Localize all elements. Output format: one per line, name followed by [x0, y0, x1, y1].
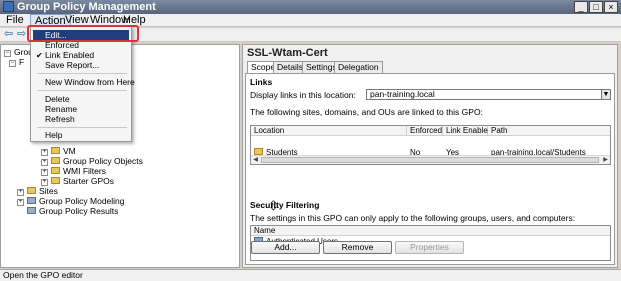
add-button[interactable]: Add...	[251, 241, 320, 254]
collapse-icon[interactable]: −	[9, 60, 16, 67]
display-links-label: Display links in this location:	[250, 90, 356, 100]
chevron-down-icon[interactable]: ▼	[601, 90, 610, 99]
menu-separator	[37, 90, 127, 91]
close-button[interactable]: ×	[604, 1, 618, 13]
links-description: The following sites, domains, and OUs ar…	[250, 107, 483, 117]
tree-item-gpo[interactable]: + Group Policy Objects	[41, 156, 143, 166]
scroll-right-icon[interactable]: ▶	[601, 156, 610, 164]
status-bar: Open the GPO editor	[0, 269, 621, 281]
expand-icon[interactable]: +	[41, 169, 48, 176]
tab-delegation[interactable]: Delegation	[334, 61, 383, 73]
menu-file[interactable]: File	[2, 14, 28, 27]
folder-icon	[51, 147, 60, 154]
menu-item-help[interactable]: Help	[33, 130, 129, 141]
folder-icon	[27, 187, 36, 194]
gpo-title: SSL-Wtam-Cert	[247, 47, 328, 59]
properties-button: Properties	[395, 241, 464, 254]
folder-icon	[51, 157, 60, 164]
forward-arrow-icon[interactable]: ⇨	[17, 29, 27, 40]
menu-separator	[37, 73, 127, 74]
tree-item-wmi[interactable]: + WMI Filters	[41, 166, 106, 176]
expand-icon[interactable]: +	[41, 159, 48, 166]
tree-item-vm[interactable]: + VM	[41, 146, 76, 156]
col-path[interactable]: Path	[488, 126, 610, 136]
table-row[interactable]: Students No Yes pan-training.local/Stude…	[251, 137, 610, 157]
tree-item-sites[interactable]: + Sites	[17, 186, 58, 196]
tree-item-modeling[interactable]: + Group Policy Modeling	[17, 196, 125, 206]
menu-item-refresh[interactable]: Refresh	[33, 114, 129, 125]
expand-icon[interactable]: +	[17, 199, 24, 206]
tree-item-root[interactable]: − Grou	[4, 47, 33, 57]
menu-separator	[37, 127, 127, 128]
expand-icon[interactable]: +	[17, 189, 24, 196]
expand-icon[interactable]: +	[41, 179, 48, 186]
folder-icon	[51, 177, 60, 184]
app-icon	[3, 1, 14, 12]
col-enforced[interactable]: Enforced	[407, 126, 443, 136]
modeling-icon	[27, 197, 36, 204]
scope-tab-content: Links Display links in this location: pa…	[245, 73, 615, 265]
ou-folder-icon	[254, 148, 263, 155]
details-pane: SSL-Wtam-Cert Scope Details Settings Del…	[242, 44, 618, 268]
menu-item-save-report[interactable]: Save Report...	[33, 60, 129, 71]
results-icon	[27, 207, 36, 214]
col-location[interactable]: Location	[251, 126, 407, 136]
tree-item-results[interactable]: Group Policy Results	[27, 206, 118, 216]
expand-icon[interactable]: +	[41, 149, 48, 156]
context-menu: Edit... Enforced ✔ Link Enabled Save Rep…	[30, 26, 135, 142]
scroll-thumb[interactable]	[261, 157, 599, 163]
location-value: pan-training.local	[370, 89, 435, 99]
scroll-left-icon[interactable]: ◀	[251, 156, 260, 164]
maximize-button[interactable]: □	[589, 1, 603, 13]
mouse-cursor-icon: ⇳	[268, 198, 279, 213]
security-heading: Security Filtering	[250, 200, 320, 210]
col-name[interactable]: Name	[251, 226, 610, 236]
back-arrow-icon[interactable]: ⇦	[4, 29, 14, 40]
col-link-enabled[interactable]: Link Enabled	[443, 126, 492, 136]
minimize-button[interactable]: _	[574, 1, 588, 13]
window-title: Group Policy Management	[17, 1, 156, 13]
security-description: The settings in this GPO can only apply …	[250, 213, 576, 223]
edit-callout-highlight	[27, 25, 139, 42]
location-combo[interactable]: pan-training.local ▼	[366, 89, 611, 100]
menu-item-new-window[interactable]: New Window from Here	[33, 77, 135, 88]
links-table[interactable]: Location Enforced Link Enabled Path Stud…	[250, 125, 611, 165]
folder-icon	[51, 167, 60, 174]
tree-item-starter[interactable]: + Starter GPOs	[41, 176, 114, 186]
collapse-icon[interactable]: −	[4, 50, 11, 57]
links-scrollbar[interactable]: ◀ ▶	[251, 155, 610, 164]
links-heading: Links	[250, 77, 273, 87]
tree-item-forest[interactable]: − F	[9, 57, 24, 67]
remove-button[interactable]: Remove	[323, 241, 392, 254]
title-bar: Group Policy Management _ □ ×	[0, 0, 621, 14]
